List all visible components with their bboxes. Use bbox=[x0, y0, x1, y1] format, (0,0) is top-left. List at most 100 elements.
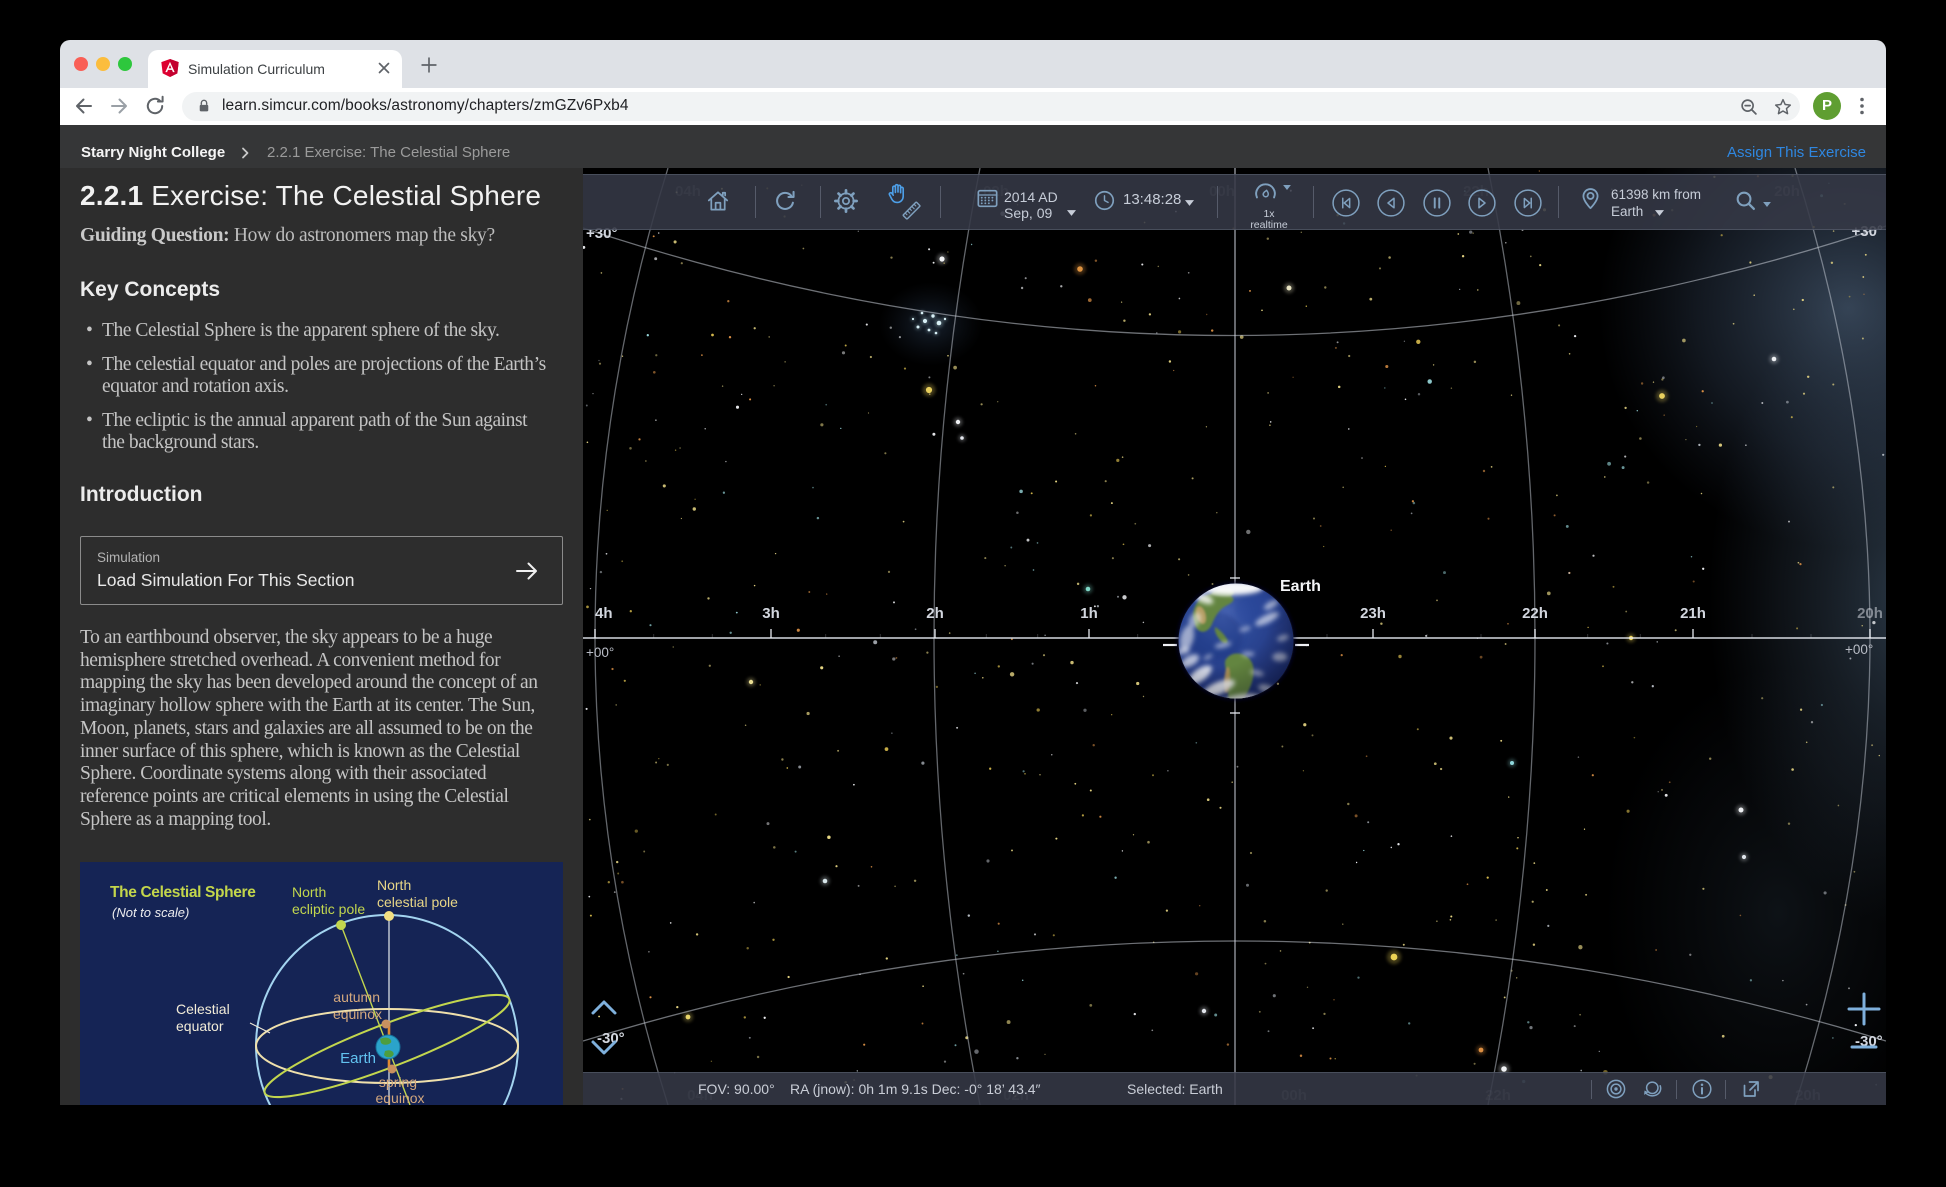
tab-close-icon[interactable] bbox=[376, 60, 392, 76]
breadcrumb-root[interactable]: Starry Night College bbox=[81, 144, 225, 161]
window-zoom-button[interactable] bbox=[118, 57, 132, 71]
toolbar-separator bbox=[755, 186, 756, 218]
skip-to-end-button[interactable] bbox=[1514, 189, 1542, 217]
simulation-kicker: Simulation bbox=[97, 550, 160, 565]
bookmark-star-icon[interactable] bbox=[1772, 96, 1794, 118]
diagram-title: The Celestial Sphere bbox=[110, 884, 256, 901]
orbit-icon bbox=[1640, 1077, 1664, 1101]
lesson-panel: 2.2.1 Exercise: The Celestial Sphere Gui… bbox=[60, 168, 583, 1105]
tab-strip: Simulation Curriculum bbox=[60, 40, 1886, 88]
orbit-view-button[interactable] bbox=[1640, 1077, 1664, 1101]
toolbar-separator bbox=[940, 186, 941, 218]
statusbar-separator bbox=[1676, 1080, 1677, 1099]
profile-avatar[interactable]: P bbox=[1813, 92, 1841, 120]
statusbar-separator bbox=[1591, 1080, 1592, 1099]
home-icon bbox=[705, 188, 731, 214]
diagram-subtitle: (Not to scale) bbox=[112, 905, 189, 920]
ra-hour-label: 21h bbox=[1680, 605, 1706, 622]
reload-button[interactable] bbox=[143, 94, 167, 118]
speed-gauge-icon bbox=[1252, 180, 1279, 207]
target-icon bbox=[1604, 1077, 1628, 1101]
key-concept-item: The celestial equator and poles are proj… bbox=[80, 354, 550, 399]
time-value: 13:48:28 bbox=[1123, 192, 1181, 208]
ra-dec-readout: RA (jnow): 0h 1m 9.1s Dec: -0° 18’ 43.4″ bbox=[790, 1081, 1040, 1097]
time-flow-control[interactable]: 1x realtime bbox=[1239, 181, 1299, 227]
viewing-location-control[interactable]: 61398 km from Earth bbox=[1577, 185, 1707, 225]
location-distance: 61398 km from bbox=[1611, 187, 1701, 203]
step-back-button[interactable] bbox=[1377, 189, 1405, 217]
toolbar-separator bbox=[1313, 186, 1314, 218]
gear-icon bbox=[833, 188, 859, 214]
lock-icon[interactable] bbox=[196, 98, 212, 114]
forward-button[interactable] bbox=[107, 94, 131, 118]
center-target-button[interactable] bbox=[1604, 1077, 1628, 1101]
ra-hour-label: 1h bbox=[1080, 605, 1098, 622]
guiding-question: Guiding Question: How do astronomers map… bbox=[80, 225, 495, 247]
date-control[interactable]: 2014 ADSep, 09 bbox=[975, 186, 1085, 224]
key-concept-item: The Celestial Sphere is the apparent sph… bbox=[80, 320, 550, 343]
assign-exercise-link[interactable]: Assign This Exercise bbox=[1727, 144, 1866, 161]
search-caret-icon bbox=[1763, 202, 1771, 207]
toolbar-separator bbox=[1217, 186, 1218, 218]
diagram-spring-label2: equinox bbox=[375, 1090, 424, 1105]
page-header: Starry Night College 2.2.1 Exercise: The… bbox=[60, 125, 1886, 168]
window-close-button[interactable] bbox=[74, 57, 88, 71]
diagram-autumn-label: autumn bbox=[333, 989, 380, 1005]
key-concepts-heading: Key Concepts bbox=[80, 278, 220, 302]
play-button[interactable] bbox=[1468, 189, 1496, 217]
ra-hour-label: 3h bbox=[762, 605, 780, 622]
load-simulation-card[interactable]: Simulation Load Simulation For This Sect… bbox=[80, 536, 563, 605]
location-pin-icon bbox=[1577, 185, 1604, 212]
search-icon bbox=[1733, 188, 1759, 214]
new-tab-button[interactable] bbox=[418, 54, 440, 76]
statusbar-separator bbox=[1725, 1080, 1726, 1099]
cursor-tools[interactable] bbox=[883, 181, 929, 225]
speed-caret-icon bbox=[1283, 185, 1291, 190]
zoom-indicator-icon[interactable] bbox=[1738, 96, 1760, 118]
skip-start-icon bbox=[1332, 189, 1360, 217]
browser-tab[interactable]: Simulation Curriculum bbox=[148, 50, 402, 88]
fov-readout: FOV: 90.00° bbox=[698, 1081, 775, 1097]
info-button[interactable] bbox=[1690, 1077, 1714, 1101]
toolbar-separator bbox=[820, 186, 821, 218]
location-body: Earth bbox=[1611, 204, 1643, 220]
skip-end-icon bbox=[1514, 189, 1542, 217]
celestial-sphere-figure: The Celestial Sphere (Not to scale) Nort… bbox=[80, 862, 563, 1105]
key-concept-item: The ecliptic is the annual apparent path… bbox=[80, 410, 550, 455]
home-button[interactable] bbox=[705, 188, 731, 214]
open-external-button[interactable] bbox=[1739, 1077, 1763, 1101]
ra-hour-label: 23h bbox=[1360, 605, 1386, 622]
browser-window: Simulation Curriculum learn.simcur.com/b… bbox=[60, 40, 1886, 1105]
arrow-right-icon bbox=[514, 558, 540, 584]
clock-icon bbox=[1092, 188, 1117, 213]
date-value: 2014 ADSep, 09 bbox=[1004, 189, 1058, 221]
diagram-equator-label: Celestial bbox=[176, 1001, 230, 1017]
diagram-spring-dot bbox=[388, 1065, 397, 1074]
diagram-nep-label2: ecliptic pole bbox=[292, 901, 365, 917]
diagram-ncp-label: North bbox=[377, 877, 411, 893]
reset-view-button[interactable] bbox=[772, 188, 798, 214]
browser-menu-icon[interactable] bbox=[1850, 94, 1874, 118]
lesson-title: 2.2.1 Exercise: The Celestial Sphere bbox=[80, 180, 541, 212]
load-simulation-label: Load Simulation For This Section bbox=[97, 570, 354, 591]
skip-to-start-button[interactable] bbox=[1332, 189, 1360, 217]
back-button[interactable] bbox=[72, 94, 96, 118]
settings-button[interactable] bbox=[833, 188, 859, 214]
window-minimize-button[interactable] bbox=[96, 57, 110, 71]
diagram-ncp-dot bbox=[384, 911, 394, 921]
ra-hour-label: 20h bbox=[1857, 605, 1883, 622]
reset-view-icon bbox=[772, 188, 798, 214]
pause-button[interactable] bbox=[1423, 189, 1451, 217]
diagram-equator-label2: equator bbox=[176, 1018, 224, 1034]
diagram-nep-label: North bbox=[292, 884, 326, 900]
pause-icon bbox=[1423, 189, 1451, 217]
simulation-viewport[interactable]: 04h02h00h22h20h04h02h00h22h20h4h3h2h1h23… bbox=[583, 168, 1886, 1105]
date-caret-icon bbox=[1067, 210, 1076, 216]
simulation-statusbar: FOV: 90.00° RA (jnow): 0h 1m 9.1s Dec: -… bbox=[583, 1072, 1886, 1105]
address-bar[interactable]: learn.simcur.com/books/astronomy/chapter… bbox=[182, 92, 1800, 121]
search-control[interactable] bbox=[1733, 188, 1775, 218]
time-control[interactable]: 13:48:28 bbox=[1092, 188, 1204, 218]
simulation-toolbar: 2014 ADSep, 09 13:48:28 1x realtime 6139… bbox=[583, 174, 1886, 230]
key-concepts-list: The Celestial Sphere is the apparent sph… bbox=[80, 320, 550, 466]
sky-view[interactable]: 04h02h00h22h20h04h02h00h22h20h4h3h2h1h23… bbox=[583, 168, 1886, 1105]
